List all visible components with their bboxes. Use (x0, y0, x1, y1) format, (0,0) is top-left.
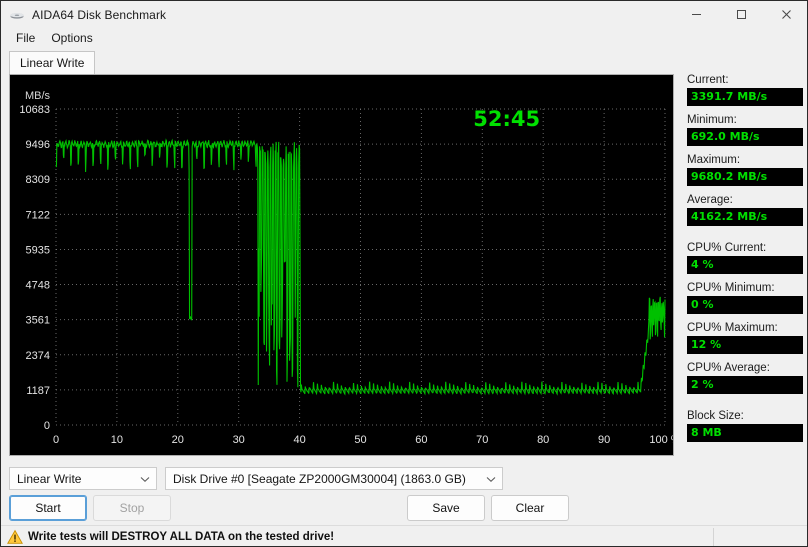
stat-block-size: Block Size: 8 MB (687, 410, 803, 442)
stat-cpu-average-value: 2 % (687, 376, 803, 394)
stat-cpu-current-value: 4 % (687, 256, 803, 274)
svg-text:3561: 3561 (26, 315, 50, 327)
stat-average-value: 4162.2 MB/s (687, 208, 803, 226)
tab-linear-write[interactable]: Linear Write (9, 51, 96, 75)
svg-text:0: 0 (44, 420, 50, 432)
svg-text:90: 90 (598, 434, 610, 446)
chart-y-axis-unit: MB/s (25, 90, 51, 102)
stat-cpu-maximum: CPU% Maximum: 12 % (687, 322, 803, 354)
stat-cpu-average-label: CPU% Average: (687, 362, 770, 374)
disk-drive-value: Disk Drive #0 [Seagate ZP2000GM30004] (1… (173, 471, 466, 486)
clear-button[interactable]: Clear (491, 495, 569, 521)
svg-text:2374: 2374 (26, 350, 50, 362)
svg-text:4748: 4748 (26, 280, 50, 292)
svg-text:8309: 8309 (26, 174, 50, 186)
chart-background (10, 75, 673, 455)
stat-average: Average: 4162.2 MB/s (687, 194, 803, 226)
menu-file[interactable]: File (8, 29, 43, 47)
stat-cpu-maximum-label: CPU% Maximum: (687, 322, 778, 334)
stat-cpu-current-label: CPU% Current: (687, 242, 767, 254)
tab-strip: Linear Write (9, 51, 801, 75)
svg-text:40: 40 (293, 434, 305, 446)
window-controls (674, 1, 807, 28)
stat-maximum-value: 9680.2 MB/s (687, 168, 803, 186)
elapsed-timer-label: 52:45 (473, 107, 540, 131)
disk-drive-icon (9, 7, 25, 23)
svg-text:60: 60 (415, 434, 427, 446)
stat-block-size-label: Block Size: (687, 410, 744, 422)
title-bar[interactable]: AIDA64 Disk Benchmark (1, 1, 807, 28)
menu-bar: File Options (1, 28, 807, 48)
statistics-panel: Current: 3391.7 MB/s Minimum: 692.0 MB/s Max… (687, 74, 803, 514)
benchmark-mode-select[interactable]: Linear Write (9, 467, 157, 490)
stat-cpu-average: CPU% Average: 2 % (687, 362, 803, 394)
menu-options[interactable]: Options (43, 29, 100, 47)
benchmark-chart: 10683 9496 8309 7122 5935 4748 3561 2374 1187 0 0… (9, 74, 674, 456)
svg-text:50: 50 (354, 434, 366, 446)
warning-status-bar: Write tests will DESTROY ALL DATA on the… (1, 525, 807, 546)
svg-text:1187: 1187 (26, 385, 50, 397)
chevron-down-icon (486, 472, 496, 486)
start-button[interactable]: Start (9, 495, 87, 521)
stat-cpu-minimum-value: 0 % (687, 296, 803, 314)
stat-cpu-maximum-value: 12 % (687, 336, 803, 354)
stat-minimum-value: 692.0 MB/s (687, 128, 803, 146)
disk-drive-select[interactable]: Disk Drive #0 [Seagate ZP2000GM30004] (1… (165, 467, 503, 490)
svg-text:5935: 5935 (26, 244, 50, 256)
warning-text: Write tests will DESTROY ALL DATA on the… (28, 531, 335, 543)
stat-cpu-current: CPU% Current: 4 % (687, 242, 803, 274)
svg-text:30: 30 (233, 434, 245, 446)
selector-row: Linear Write Disk Drive #0 [Seagate ZP20… (9, 467, 503, 490)
stat-minimum: Minimum: 692.0 MB/s (687, 114, 803, 146)
stat-cpu-minimum: CPU% Minimum: 0 % (687, 282, 803, 314)
close-button[interactable] (764, 1, 807, 28)
svg-text:10: 10 (111, 434, 123, 446)
stat-maximum-label: Maximum: (687, 154, 741, 166)
stat-current-value: 3391.7 MB/s (687, 88, 803, 106)
action-button-row: Start Stop Save Clear (9, 495, 801, 521)
stat-maximum: Maximum: 9680.2 MB/s (687, 154, 803, 186)
window-title: AIDA64 Disk Benchmark (32, 7, 167, 22)
svg-text:9496: 9496 (26, 139, 50, 151)
warning-triangle-icon (7, 529, 23, 545)
stat-current: Current: 3391.7 MB/s (687, 74, 803, 106)
stat-current-label: Current: (687, 74, 729, 86)
svg-text:70: 70 (476, 434, 488, 446)
svg-text:80: 80 (537, 434, 549, 446)
stop-button[interactable]: Stop (93, 495, 171, 521)
stat-minimum-label: Minimum: (687, 114, 737, 126)
svg-text:10683: 10683 (19, 104, 50, 116)
save-button[interactable]: Save (407, 495, 485, 521)
svg-text:100 %: 100 % (649, 434, 673, 446)
svg-text:20: 20 (172, 434, 184, 446)
benchmark-chart-svg: 10683 9496 8309 7122 5935 4748 3561 2374 1187 0 0… (10, 75, 673, 455)
benchmark-mode-value: Linear Write (17, 471, 82, 486)
svg-text:7122: 7122 (26, 209, 50, 221)
status-bar-divider (713, 528, 714, 546)
stat-cpu-minimum-label: CPU% Minimum: (687, 282, 775, 294)
aida64-disk-benchmark-window: AIDA64 Disk Benchmark File Options Linea… (0, 0, 808, 547)
stat-block-size-value: 8 MB (687, 424, 803, 442)
chevron-down-icon (140, 472, 150, 486)
stat-average-label: Average: (687, 194, 733, 206)
svg-text:0: 0 (53, 434, 59, 446)
minimize-button[interactable] (674, 1, 719, 28)
maximize-button[interactable] (719, 1, 764, 28)
